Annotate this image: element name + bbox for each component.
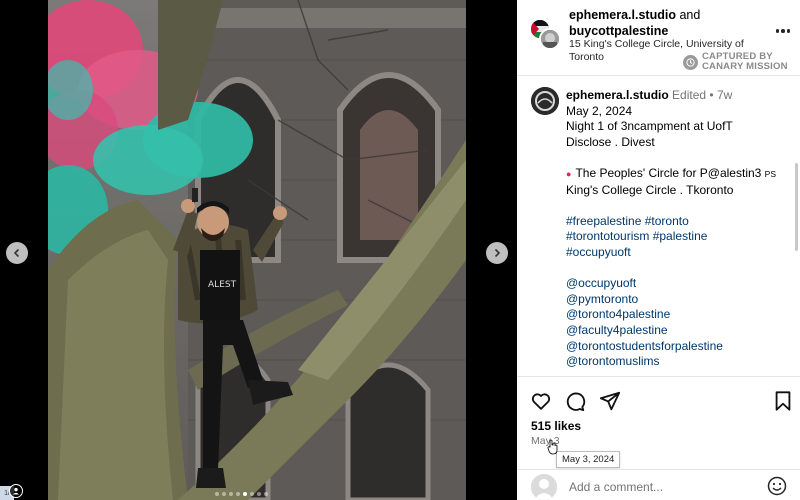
- chevron-left-icon: [13, 248, 20, 258]
- avatar: [539, 28, 561, 50]
- caption-line: The Peoples' Circle for P@alestin3: [575, 165, 762, 180]
- carousel-dot: [215, 492, 219, 496]
- carousel-dot: [250, 492, 254, 496]
- mention-link[interactable]: @toronto4palestine: [566, 307, 792, 323]
- date-tooltip: May 3, 2024: [556, 451, 621, 468]
- carousel-dot: [236, 492, 240, 496]
- caption-body: ephemera.l.studio Edited • 7w May 2, 202…: [566, 88, 792, 370]
- mention-link[interactable]: @occupyuoft: [566, 276, 792, 292]
- collab-names: ephemera.l.studio and buycottpalestine: [569, 7, 769, 39]
- watermark: CAPTURED BY CANARY MISSION: [683, 52, 788, 72]
- avatar: [531, 474, 557, 500]
- carousel-dots: [215, 492, 268, 496]
- mention-link[interactable]: @pymtoronto: [566, 292, 792, 308]
- caption-area: ephemera.l.studio Edited • 7w May 2, 202…: [517, 77, 800, 375]
- bookmark-icon[interactable]: [772, 390, 794, 412]
- previous-image-button[interactable]: [6, 242, 28, 264]
- svg-text:ALEST: ALEST: [208, 280, 237, 290]
- caption-username[interactable]: ephemera.l.studio: [566, 88, 669, 102]
- carousel-dot: [222, 492, 226, 496]
- pin-icon: ●: [566, 168, 572, 179]
- heart-icon[interactable]: [530, 390, 552, 412]
- comment-icon[interactable]: [564, 390, 586, 412]
- username-link[interactable]: buycottpalestine: [569, 24, 668, 38]
- post-side-panel: ephemera.l.studio and buycottpalestine 1…: [517, 0, 800, 500]
- separator: •: [709, 88, 714, 102]
- caption-line: Night 1 of 3ncampment at UofT: [566, 119, 733, 134]
- hashtag-link[interactable]: #freepalestine #toronto: [566, 214, 792, 230]
- carousel-dot: [264, 492, 268, 496]
- avatar[interactable]: [531, 87, 559, 115]
- likes-count[interactable]: 515 likes: [531, 419, 581, 433]
- hand-cursor-icon: [547, 439, 558, 455]
- post-photo[interactable]: ALEST: [48, 0, 466, 500]
- next-image-button[interactable]: [486, 242, 508, 264]
- post-age: 7w: [716, 88, 733, 102]
- carousel-dot: [229, 492, 233, 496]
- mention-link[interactable]: @torontomuslims: [566, 354, 792, 370]
- mention-link[interactable]: @torontostudentsforpalestine: [566, 339, 792, 355]
- joiner-text: and: [679, 8, 701, 22]
- chevron-right-icon: [494, 248, 501, 258]
- carousel-dot: [257, 492, 261, 496]
- caption-small-text: PS: [764, 168, 777, 179]
- user-icon: [13, 487, 19, 495]
- clock-icon: [683, 54, 698, 70]
- post-header: ephemera.l.studio and buycottpalestine 1…: [517, 0, 800, 76]
- post-actions: 515 likes May 3 May 3, 2024: [517, 376, 800, 500]
- hashtag-link[interactable]: #torontotourism #palestine: [566, 229, 792, 245]
- mention-link[interactable]: @faculty4palestine: [566, 323, 792, 339]
- caption-line: Disclose . Divest: [566, 134, 655, 149]
- hashtag-link[interactable]: #occupyuoft: [566, 245, 792, 261]
- tagged-users-button[interactable]: [9, 484, 23, 498]
- caption-scrollbar[interactable]: [795, 163, 798, 251]
- caption-date: May 2, 2024: [566, 103, 633, 118]
- comment-composer: [517, 469, 800, 500]
- edited-label: Edited: [672, 88, 707, 102]
- share-icon[interactable]: [599, 390, 621, 412]
- caption-line: King's College Circle . Tkoronto: [566, 182, 734, 197]
- comment-input[interactable]: [569, 478, 759, 496]
- username-link[interactable]: ephemera.l.studio: [569, 8, 676, 22]
- collab-avatars[interactable]: [529, 18, 561, 50]
- photo-illustration: ALEST: [48, 0, 466, 500]
- more-icon[interactable]: [775, 28, 791, 34]
- emoji-icon[interactable]: [767, 476, 787, 496]
- watermark-line2: CANARY MISSION: [702, 61, 788, 72]
- carousel-dot: [243, 492, 247, 496]
- post-media: ALEST 1/: [0, 0, 517, 500]
